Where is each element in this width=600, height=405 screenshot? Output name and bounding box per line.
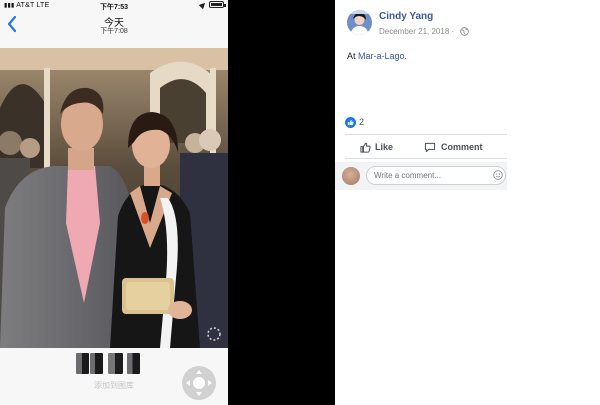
author-name[interactable]: Cindy Yang: [379, 11, 433, 22]
comment-label: Comment: [441, 142, 483, 152]
reaction-count: 2: [359, 117, 365, 127]
divider: [345, 158, 507, 159]
black-separator: [228, 0, 335, 405]
photo-nav-bar: 今天 下午7:08: [0, 12, 228, 42]
status-bar: ▮▮▮ AT&T LTE 下午7:53: [0, 0, 228, 12]
nav-subtitle: 下午7:08: [100, 28, 128, 35]
thumbnail[interactable]: [90, 353, 103, 374]
thumbs-up-icon: [360, 142, 371, 153]
author-avatar[interactable]: [347, 10, 372, 35]
comment-icon: [424, 142, 436, 152]
commenter-avatar: [342, 167, 360, 185]
location-link[interactable]: Mar-a-Lago: [358, 51, 405, 61]
like-reaction-icon: [345, 116, 356, 128]
like-button[interactable]: Like: [360, 138, 393, 156]
event-photo[interactable]: [0, 48, 228, 348]
post-text: At Mar-a-Lago.: [347, 51, 408, 61]
phone-photo-viewer: ▮▮▮ AT&T LTE 下午7:53 今天 下午7:08 添加到图库: [0, 0, 228, 405]
emoji-icon[interactable]: [493, 170, 503, 180]
location-icon: [198, 0, 208, 9]
post-date[interactable]: December 21, 2018 ·: [379, 27, 454, 36]
comment-input[interactable]: [366, 166, 506, 185]
comment-composer: [335, 162, 507, 190]
divider: [345, 134, 507, 135]
status-time: 下午7:53: [99, 4, 128, 11]
like-label: Like: [375, 142, 394, 152]
thumbnail[interactable]: [76, 353, 89, 374]
thumbnail[interactable]: [107, 352, 124, 375]
facebook-post: Cindy Yang December 21, 2018 · At Mar-a-…: [335, 0, 600, 405]
thumbnail[interactable]: [127, 353, 140, 374]
globe-icon: [460, 27, 469, 36]
battery-icon: [209, 1, 226, 8]
dpad-icon[interactable]: [182, 366, 216, 400]
reactions-summary[interactable]: 2: [345, 115, 364, 129]
comment-button[interactable]: Comment: [424, 138, 483, 156]
